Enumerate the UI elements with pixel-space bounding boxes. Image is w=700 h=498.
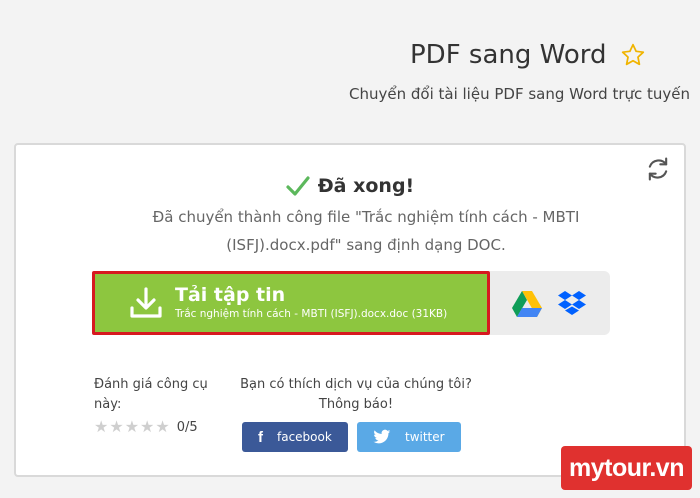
download-icon [130, 287, 162, 318]
result-card: Đã xong! Đã chuyển thành công file "Trắc… [14, 143, 686, 477]
rating-value: 0/5 [176, 419, 198, 435]
dropbox-icon[interactable] [557, 290, 587, 318]
favorite-star-icon[interactable] [620, 42, 646, 68]
page-title: PDF sang Word [410, 40, 607, 70]
status-heading: Đã xong! [16, 175, 684, 197]
download-button[interactable]: Tải tập tin Trắc nghiệm tính cách - MBTI… [92, 271, 490, 335]
status-message: Đã chuyển thành công file "Trắc nghiệm t… [116, 203, 616, 259]
check-icon [286, 176, 310, 196]
status-message-line2: (ISFJ).docx.pdf" sang định dạng DOC. [226, 236, 506, 254]
share-question: Bạn có thích dịch vụ của chúng tôi? [240, 377, 472, 392]
twitter-share-button[interactable]: twitter [357, 422, 461, 452]
page-subtitle: Chuyển đổi tài liệu PDF sang Word trực t… [349, 85, 691, 103]
twitter-icon [373, 429, 391, 444]
star-icon[interactable]: ★ [155, 418, 169, 436]
status-message-line1: Đã chuyển thành công file "Trắc nghiệm t… [152, 208, 580, 226]
download-text: Tải tập tin Trắc nghiệm tính cách - MBTI… [175, 284, 447, 322]
watermark-logo: mytour.vn [561, 446, 692, 490]
star-icon[interactable]: ★ [94, 418, 108, 436]
status-text: Đã xong! [317, 175, 415, 197]
star-icon[interactable]: ★ [125, 418, 139, 436]
share-notice: Thông báo! [318, 397, 394, 412]
facebook-icon: f [258, 428, 263, 446]
star-icon[interactable]: ★ [140, 418, 154, 436]
facebook-share-button[interactable]: f facebook [242, 422, 348, 452]
page-title-row: PDF sang Word [410, 40, 646, 70]
rating-stars[interactable]: ★ ★ ★ ★ ★ 0/5 [94, 418, 198, 436]
share-prompt: Bạn có thích dịch vụ của chúng tôi? Thôn… [226, 375, 486, 415]
twitter-label: twitter [405, 430, 445, 444]
google-drive-icon[interactable] [512, 291, 542, 317]
facebook-label: facebook [277, 430, 332, 444]
star-icon[interactable]: ★ [109, 418, 123, 436]
download-label: Tải tập tin [175, 284, 286, 306]
download-filename: Trắc nghiệm tính cách - MBTI (ISFJ).docx… [175, 308, 448, 320]
rating-label: Đánh giá công cụ này: [94, 377, 208, 412]
